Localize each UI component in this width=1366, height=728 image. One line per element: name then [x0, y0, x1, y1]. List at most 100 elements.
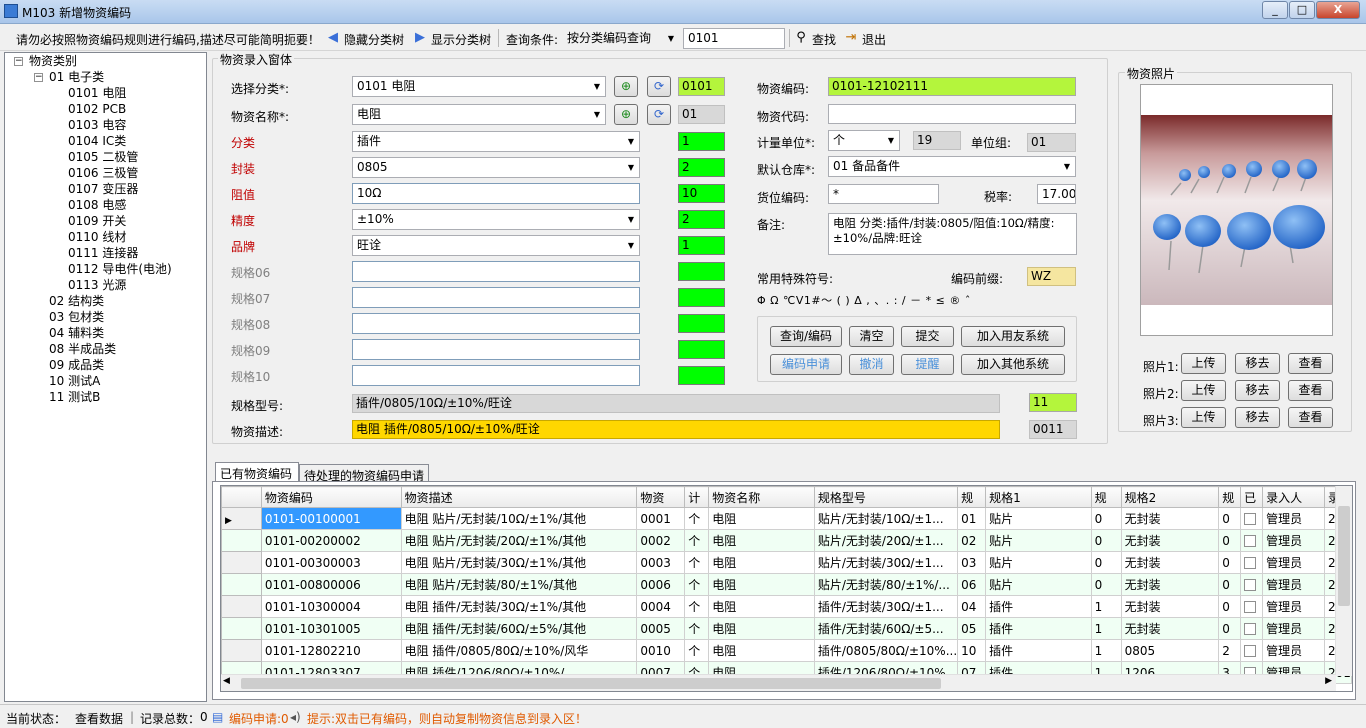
name-select[interactable]: 电阻 ▼: [352, 104, 606, 125]
table-cell[interactable]: 电阻: [708, 617, 815, 640]
spec-input[interactable]: [352, 339, 640, 360]
photo-upload-button[interactable]: 上传: [1181, 353, 1226, 374]
tree-root[interactable]: 物资类别: [29, 54, 77, 69]
row-checkbox[interactable]: [1244, 557, 1257, 569]
table-cell[interactable]: 电阻: [708, 639, 815, 662]
table-cell[interactable]: [1240, 595, 1264, 618]
spec-input[interactable]: [352, 287, 640, 308]
table-cell[interactable]: 插件: [985, 639, 1092, 662]
tree-node[interactable]: 0110 线材: [68, 230, 126, 245]
row-checkbox[interactable]: [1244, 579, 1257, 591]
table-cell[interactable]: [1240, 639, 1264, 662]
table-cell[interactable]: 0101-00200002: [260, 529, 402, 552]
tree-node[interactable]: 01 电子类: [49, 70, 104, 85]
tree-node[interactable]: 0109 开关: [68, 214, 126, 229]
maximize-button[interactable]: □: [1289, 1, 1315, 19]
column-header[interactable]: 规: [1090, 486, 1122, 508]
tree-node[interactable]: 0113 光源: [68, 278, 126, 293]
table-row[interactable]: 0101-12802210 电阻 插件/0805/80Ω/±10%/风华 0010 个…: [221, 639, 1352, 662]
table-cell[interactable]: 电阻 插件/无封装/30Ω/±1%/其他: [400, 595, 638, 618]
table-cell[interactable]: 0: [1090, 573, 1122, 596]
row-checkbox[interactable]: [1244, 645, 1257, 657]
table-cell[interactable]: 06: [957, 573, 987, 596]
table-row[interactable]: 0101-00300003 电阻 贴片/无封装/30Ω/±1%/其他 0003 个电阻…: [221, 551, 1352, 574]
table-cell[interactable]: 0001: [636, 507, 686, 530]
table-cell[interactable]: 管理员: [1262, 639, 1325, 662]
table-cell[interactable]: 0: [1090, 551, 1122, 574]
tree-node[interactable]: 10 测试A: [49, 374, 100, 389]
tree-node[interactable]: 0102 PCB: [68, 102, 126, 117]
tree-node[interactable]: 04 辅料类: [49, 326, 104, 341]
photo-view-button[interactable]: 查看: [1288, 353, 1333, 374]
table-cell[interactable]: 管理员: [1262, 573, 1325, 596]
tree-node[interactable]: 08 半成品类: [49, 342, 116, 357]
refresh-category-button[interactable]: ⟳: [647, 76, 671, 97]
row-header[interactable]: [221, 529, 262, 552]
row-checkbox[interactable]: [1244, 535, 1257, 547]
table-cell[interactable]: 插件: [985, 617, 1092, 640]
horizontal-scrollbar[interactable]: ◀ ▶: [221, 674, 1336, 691]
table-cell[interactable]: 无封装: [1120, 573, 1220, 596]
column-header[interactable]: 规: [1218, 486, 1242, 508]
remark-textarea[interactable]: 电阻 分类:插件/封装:0805/阻值:10Ω/精度:±10%/品牌:旺诠: [828, 213, 1077, 255]
row-checkbox[interactable]: [1244, 513, 1257, 525]
table-cell[interactable]: 贴片/无封装/80/±1%/...: [813, 573, 959, 596]
table-cell[interactable]: 贴片: [985, 573, 1092, 596]
tree-node[interactable]: 0106 三极管: [68, 166, 138, 181]
column-header[interactable]: 规格1: [985, 486, 1092, 508]
column-header[interactable]: 计: [684, 486, 710, 508]
table-cell[interactable]: 02: [957, 529, 987, 552]
photo-upload-button[interactable]: 上传: [1181, 380, 1226, 401]
table-cell[interactable]: 0003: [636, 551, 686, 574]
spec-select[interactable]: 0805 ▼: [352, 157, 640, 178]
tree-node[interactable]: 02 结构类: [49, 294, 104, 309]
table-cell[interactable]: 无封装: [1120, 551, 1220, 574]
table-row[interactable]: ▶ 0101-00100001 电阻 贴片/无封装/10Ω/±1%/其他 0001 个电…: [221, 507, 1352, 530]
table-cell[interactable]: 0101-10300004: [260, 595, 402, 618]
photo-upload-button[interactable]: 上传: [1181, 407, 1226, 428]
table-cell[interactable]: 0101-00800006: [260, 573, 402, 596]
table-cell[interactable]: 0: [1090, 529, 1122, 552]
unit-select[interactable]: 个 ▼: [828, 130, 900, 151]
tree-node[interactable]: 09 成品类: [49, 358, 104, 373]
table-cell[interactable]: 管理员: [1262, 507, 1325, 530]
photo-remove-button[interactable]: 移去: [1235, 353, 1280, 374]
table-cell[interactable]: 无封装: [1120, 507, 1220, 530]
table-cell[interactable]: 电阻 贴片/无封装/30Ω/±1%/其他: [400, 551, 638, 574]
apply-count[interactable]: 编码申请:0: [229, 710, 289, 727]
spec-select[interactable]: ±10% ▼: [352, 209, 640, 230]
scroll-right-icon[interactable]: ▶: [1325, 676, 1332, 686]
close-button[interactable]: X: [1316, 1, 1360, 19]
table-cell[interactable]: [1240, 507, 1264, 530]
category-select[interactable]: 0101 电阻 ▼: [352, 76, 606, 97]
table-cell[interactable]: 04: [957, 595, 987, 618]
column-header[interactable]: 规格2: [1120, 486, 1220, 508]
table-cell[interactable]: 电阻 贴片/无封装/80/±1%/其他: [400, 573, 638, 596]
table-cell[interactable]: 0101-10301005: [260, 617, 402, 640]
tree-node[interactable]: 0101 电阻: [68, 86, 126, 101]
table-cell[interactable]: 2: [1218, 639, 1242, 662]
table-row[interactable]: 0101-00800006 电阻 贴片/无封装/80/±1%/其他 0006 个电阻贴…: [221, 573, 1352, 596]
table-cell[interactable]: 0101-00100001: [260, 507, 402, 530]
table-cell[interactable]: 无封装: [1120, 595, 1220, 618]
table-cell[interactable]: 管理员: [1262, 529, 1325, 552]
table-cell[interactable]: 贴片: [985, 551, 1092, 574]
table-cell[interactable]: 1: [1090, 639, 1122, 662]
table-cell[interactable]: 个: [684, 573, 710, 596]
table-cell[interactable]: 0005: [636, 617, 686, 640]
apply-code-button[interactable]: 编码申请: [770, 354, 842, 375]
show-tree-button[interactable]: 显示分类树: [431, 31, 491, 48]
table-cell[interactable]: 电阻: [708, 507, 815, 530]
warehouse-select[interactable]: 01 备品备件 ▼: [828, 156, 1076, 177]
tab-existing-codes[interactable]: 已有物资编码: [215, 462, 299, 482]
find-button[interactable]: 查找: [812, 31, 836, 48]
table-cell[interactable]: 插件/无封装/60Ω/±5...: [813, 617, 959, 640]
table-cell[interactable]: [1240, 573, 1264, 596]
tree-node[interactable]: 0104 IC类: [68, 134, 126, 149]
collapse-icon[interactable]: −: [34, 73, 43, 82]
table-cell[interactable]: 电阻: [708, 551, 815, 574]
tree-node[interactable]: 03 包材类: [49, 310, 104, 325]
photo-remove-button[interactable]: 移去: [1235, 407, 1280, 428]
tree-node[interactable]: 0111 连接器: [68, 246, 138, 261]
table-cell[interactable]: 电阻 插件/无封装/60Ω/±5%/其他: [400, 617, 638, 640]
